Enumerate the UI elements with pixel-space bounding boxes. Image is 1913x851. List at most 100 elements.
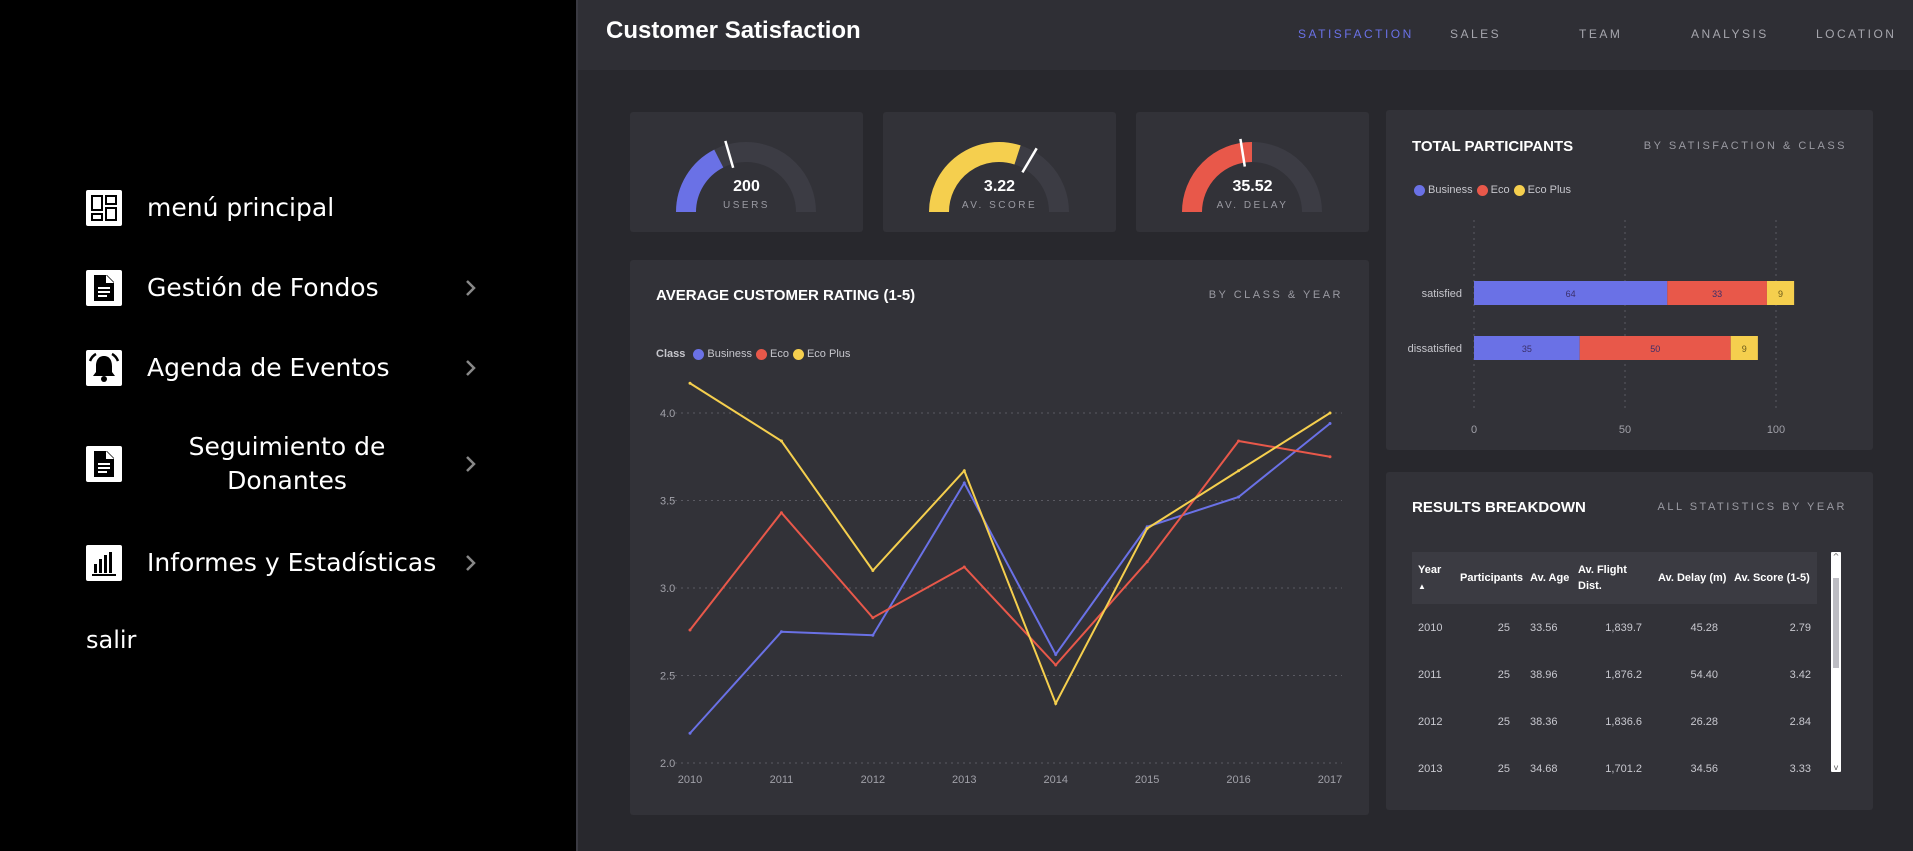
dashboard: Customer Satisfaction SATISFACTION SALES…: [576, 0, 1913, 851]
series-line-eco-plus: [689, 382, 1331, 706]
table-cell: 2.84: [1789, 715, 1811, 728]
x-tick-label: 2013: [952, 774, 976, 786]
gauge-users: [676, 140, 816, 213]
document-icon: [86, 270, 122, 306]
y-tick-label: 3.5: [660, 496, 675, 508]
table-scrollbar[interactable]: ^ v: [1831, 552, 1841, 772]
sidebar-item-fund-management[interactable]: Gestión de Fondos: [86, 270, 486, 306]
column-header-flight-dist[interactable]: Av. Flight Dist.: [1572, 562, 1652, 594]
data-point: [871, 569, 875, 572]
top-navigation-bar: Customer Satisfaction SATISFACTION SALES…: [578, 0, 1913, 70]
table-row[interactable]: 2010 25 33.56 1,839.7 45.28 2.79: [1412, 604, 1817, 651]
category-label: dissatisfied: [1408, 343, 1462, 355]
table-cell: 26.28: [1690, 715, 1718, 728]
data-point: [1328, 411, 1332, 415]
table-cell: 2010: [1418, 621, 1443, 634]
chevron-right-icon[interactable]: [456, 273, 486, 303]
sidebar-item-label: menú principal: [147, 193, 335, 222]
bar-value-label: 33: [1712, 289, 1722, 299]
sidebar-item-main-menu[interactable]: menú principal: [86, 190, 486, 226]
gauge-value: 35.52: [1232, 178, 1273, 195]
table-cell: 2013: [1418, 762, 1443, 775]
table-cell: 54.40: [1690, 668, 1718, 681]
column-header-year[interactable]: Year ▲: [1412, 562, 1454, 595]
scroll-up-icon[interactable]: ^: [1831, 552, 1841, 561]
line-chart: 2.0 2.5 3.0 3.5 4.0 2010 2011 2012 2013 2014 2015 2…: [660, 381, 1342, 786]
column-header-delay[interactable]: Av. Delay (m): [1652, 570, 1728, 586]
data-point: [871, 633, 875, 637]
gauge-value: 200: [733, 178, 760, 195]
table-cell: 25: [1497, 668, 1510, 681]
table-cell: 33.56: [1530, 621, 1558, 634]
y-tick-label: 3.0: [660, 583, 675, 595]
dashboard-icon: [86, 190, 122, 226]
tab-team[interactable]: TEAM: [1579, 27, 1622, 41]
document-icon: [86, 446, 122, 482]
table-row[interactable]: 2012 25 38.36 1,836.6 26.28 2.84: [1412, 698, 1817, 745]
table-cell: 1,839.7: [1605, 621, 1642, 634]
chevron-right-icon[interactable]: [456, 353, 486, 383]
x-tick-label: 50: [1619, 424, 1631, 436]
tab-satisfaction[interactable]: SATISFACTION: [1298, 27, 1414, 41]
sidebar-item-donor-tracking[interactable]: Seguimiento de Donantes: [86, 430, 486, 498]
table-cell: 38.36: [1530, 715, 1558, 728]
bar-value-label: 64: [1566, 289, 1576, 299]
table-cell: 34.56: [1690, 762, 1718, 775]
table-header: Year ▲ Participants Av. Age Av. Flight Di…: [1412, 552, 1817, 604]
gauge-card-delay: 35.52 AV. DELAY: [1136, 112, 1369, 232]
stacked-bar-chart: 0 50 100 satisfied 64 33 9 dissatisfied 35 50 9: [1408, 220, 1795, 436]
tab-location[interactable]: LOCATION: [1816, 27, 1896, 41]
x-tick-label: 2014: [1043, 774, 1067, 786]
scroll-down-icon[interactable]: v: [1831, 763, 1841, 772]
data-point: [779, 630, 783, 634]
gauge-label: AV. SCORE: [961, 200, 1038, 211]
table-row[interactable]: 2013 25 34.68 1,701.2 34.56 3.33: [1412, 745, 1817, 792]
data-point: [779, 439, 783, 443]
table-cell: 3.33: [1789, 762, 1811, 775]
sidebar-item-reports-statistics[interactable]: Informes y Estadísticas: [86, 545, 486, 581]
table-cell: 3.42: [1789, 668, 1811, 681]
bar-value-label: 35: [1522, 344, 1532, 354]
bar-value-label: 9: [1742, 344, 1747, 354]
card-title: RESULTS BREAKDOWN: [1412, 499, 1586, 516]
column-header-score[interactable]: Av. Score (1-5): [1728, 570, 1817, 586]
chevron-right-icon[interactable]: [456, 548, 486, 578]
sidebar-item-label: Seguimiento de Donantes: [188, 432, 386, 495]
chevron-right-icon[interactable]: [456, 449, 486, 479]
gauge-label: AV. DELAY: [1216, 200, 1289, 211]
data-point: [1237, 495, 1241, 499]
data-point: [1145, 527, 1149, 530]
y-tick-label: 2.0: [660, 758, 675, 770]
x-tick-label: 2010: [678, 774, 702, 786]
data-point: [779, 511, 783, 515]
x-tick-label: 100: [1767, 424, 1785, 436]
x-tick-label: 2012: [861, 774, 885, 786]
table-cell: 2012: [1418, 715, 1443, 728]
sidebar-item-events-agenda[interactable]: Agenda de Eventos: [86, 350, 486, 386]
data-point: [962, 481, 966, 485]
tab-sales[interactable]: SALES: [1450, 27, 1501, 41]
column-header-age[interactable]: Av. Age: [1524, 570, 1572, 586]
logout-link[interactable]: salir: [86, 626, 136, 654]
scrollbar-thumb[interactable]: [1833, 578, 1839, 668]
data-point: [1054, 653, 1058, 656]
x-tick-label: 2015: [1135, 774, 1159, 786]
data-point: [962, 565, 966, 569]
data-point: [1237, 439, 1241, 443]
column-header-participants[interactable]: Participants: [1454, 570, 1524, 586]
data-point: [871, 616, 875, 620]
tab-analysis[interactable]: ANALYSIS: [1691, 27, 1769, 41]
data-point: [1237, 469, 1241, 473]
y-tick-label: 4.0: [660, 408, 675, 420]
data-point: [1054, 702, 1058, 705]
data-point: [688, 628, 692, 632]
bell-icon: [86, 350, 122, 386]
gauge-card-users: 200 USERS: [630, 112, 863, 232]
table-cell: 25: [1497, 715, 1510, 728]
sidebar-item-label: Gestión de Fondos: [147, 273, 379, 302]
sidebar-item-label: Agenda de Eventos: [147, 353, 390, 382]
category-label: satisfied: [1422, 288, 1462, 300]
sort-ascending-icon: ▲: [1418, 581, 1426, 591]
table-row[interactable]: 2011 25 38.96 1,876.2 54.40 3.42: [1412, 651, 1817, 698]
gauge-delay: [1182, 138, 1322, 213]
